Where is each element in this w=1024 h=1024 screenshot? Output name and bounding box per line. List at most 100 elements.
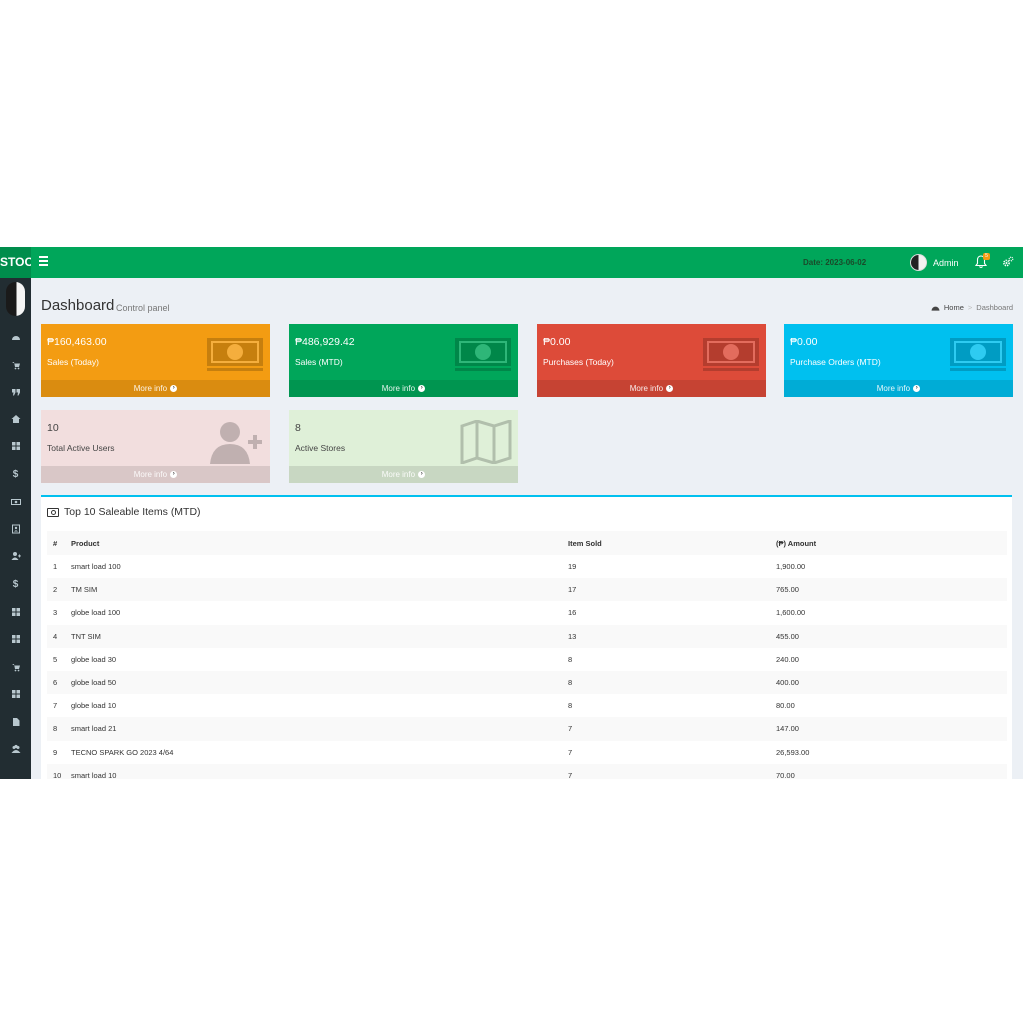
table-cell: 455.00 [770, 624, 1007, 648]
sidebar-item-dollar-2[interactable]: $ [0, 574, 31, 594]
table-cell: 8 [562, 670, 770, 695]
sidebar-item-dollar[interactable]: $ [0, 464, 31, 484]
sidebar-item-add-user[interactable] [0, 546, 31, 566]
box-title: Top 10 Saleable Items (MTD) [64, 506, 201, 518]
money-icon [47, 508, 59, 517]
sidebar-item-stock[interactable] [0, 629, 31, 649]
box-value: ₱160,463.00 [47, 336, 107, 348]
table-cell: 765.00 [770, 578, 1007, 602]
sidebar-toggle-icon[interactable] [39, 256, 49, 268]
cart-icon [11, 362, 20, 370]
money-icon [950, 338, 1006, 371]
users-icon [11, 744, 20, 753]
page-title: Dashboard [41, 297, 115, 314]
app-logo[interactable]: STOC [0, 247, 31, 278]
table-cell: 240.00 [776, 654, 799, 664]
sidebar-item-money[interactable] [0, 492, 31, 512]
table-row: 1 smart load 100 19 1,900.00 [47, 555, 1007, 578]
sidebar-item-products[interactable] [0, 436, 31, 456]
top-navbar: STOC Date: 2023-06-02 Admin 5 [0, 247, 1023, 278]
small-box-sales-today: ₱160,463.00 Sales (Today) More info › [41, 324, 270, 397]
gears-icon[interactable] [1002, 256, 1014, 268]
breadcrumb-home[interactable]: Home [944, 303, 964, 312]
column-header: # [47, 531, 65, 555]
table-cell: TNT SIM [65, 624, 562, 648]
more-info-link[interactable]: More info › [537, 380, 766, 397]
sidebar-item-items[interactable] [0, 684, 31, 704]
sidebar-item-purchases[interactable] [0, 657, 31, 677]
box-label: Sales (MTD) [295, 357, 343, 367]
more-info-link[interactable]: More info › [41, 380, 270, 397]
more-info-link[interactable]: More info › [289, 380, 518, 397]
sidebar-item-sales[interactable] [0, 355, 31, 375]
user-avatar [910, 254, 927, 271]
column-header: (₱) Amount [770, 531, 1007, 555]
box-label: Active Stores [295, 443, 346, 453]
sidebar-user-avatar [6, 282, 25, 316]
sidebar-item-dashboard[interactable] [0, 328, 31, 348]
sidebar-item-home[interactable] [0, 409, 31, 429]
dollar-icon: $ [12, 468, 19, 480]
table-row: 9 TECNO SPARK GO 2023 4/64 7 26,593.00 [47, 741, 1007, 764]
map-icon [460, 420, 512, 464]
table-cell: 26,593.00 [776, 747, 810, 757]
table-row: 3 globe load 100 16 1,600.00 [47, 601, 1007, 624]
table-row: 8 smart load 21 7 147.00 [47, 717, 1007, 741]
table-cell: 4 [47, 624, 65, 648]
small-box-active-stores: 8 Active Stores More info › [289, 410, 518, 483]
box-value: 8 [295, 422, 301, 434]
box-label: Sales (Today) [47, 357, 99, 367]
barcode-icon [11, 635, 20, 643]
small-box-purchase-orders: ₱0.00 Purchase Orders (MTD) More info › [784, 324, 1013, 397]
table-cell: smart load 100 [71, 562, 121, 572]
more-info-link[interactable]: More info › [289, 466, 518, 483]
table-header-row: # Product Item Sold (₱) Amount [47, 531, 1007, 555]
top-items-box: Top 10 Saleable Items (MTD) # Product It… [41, 495, 1012, 779]
table-cell: 147.00 [770, 717, 1007, 741]
breadcrumb-separator: > [967, 303, 973, 312]
user-plus-icon [11, 552, 21, 560]
table-row: 5 globe load 30 8 240.00 [47, 648, 1007, 671]
table-cell: 7 [568, 747, 573, 757]
file-icon [12, 718, 19, 726]
user-plus-icon [210, 422, 262, 464]
cart-icon [11, 664, 20, 672]
sidebar-item-users[interactable] [0, 739, 31, 759]
table-cell: globe load 10 [71, 701, 117, 711]
table-cell: 2 [47, 578, 65, 602]
barcode-icon [11, 690, 20, 698]
table-cell: 70.00 [770, 763, 1007, 779]
table-cell: 10 [47, 763, 65, 779]
box-label: Purchase Orders (MTD) [790, 357, 881, 367]
table-row: 4 TNT SIM 13 455.00 [47, 624, 1007, 648]
box-value: ₱0.00 [543, 336, 571, 348]
more-info-link[interactable]: More info › [41, 466, 270, 483]
table-cell: globe load 30 [71, 654, 117, 664]
user-name: Admin [933, 257, 959, 268]
table-row: 10 smart load 10 7 70.00 [47, 763, 1007, 779]
table-cell: 1 [53, 562, 58, 572]
table-cell: 400.00 [770, 670, 1007, 695]
dashboard-icon [931, 306, 940, 311]
table-cell: smart load 21 [65, 717, 562, 741]
table-cell: 1,900.00 [776, 562, 806, 572]
table-cell: 16 [568, 608, 577, 618]
more-info-link[interactable]: More info › [784, 380, 1013, 397]
app-window: STOC Date: 2023-06-02 Admin 5 $ $ Dashbo… [0, 247, 1023, 779]
user-menu[interactable]: Admin [910, 254, 959, 271]
sidebar-item-inventory[interactable] [0, 602, 31, 622]
sidebar-item-card[interactable] [0, 519, 31, 539]
sidebar-item-reports[interactable] [0, 712, 31, 732]
small-box-sales-mtd: ₱486,929.42 Sales (MTD) More info › [289, 324, 518, 397]
table-cell: 8 [568, 654, 573, 664]
table-cell: globe load 50 [65, 670, 562, 695]
top-items-table: # Product Item Sold (₱) Amount 1 smart lo… [47, 531, 1007, 779]
table-cell: 8 [47, 717, 65, 741]
table-row: 7 globe load 10 8 80.00 [47, 694, 1007, 717]
box-value: ₱486,929.42 [295, 336, 355, 348]
sidebar-item-quotes[interactable] [0, 382, 31, 402]
money-icon [703, 338, 759, 371]
breadcrumb: Home > Dashboard [931, 303, 1013, 312]
table-cell: 9 [53, 747, 58, 757]
barcode-icon [11, 442, 20, 450]
